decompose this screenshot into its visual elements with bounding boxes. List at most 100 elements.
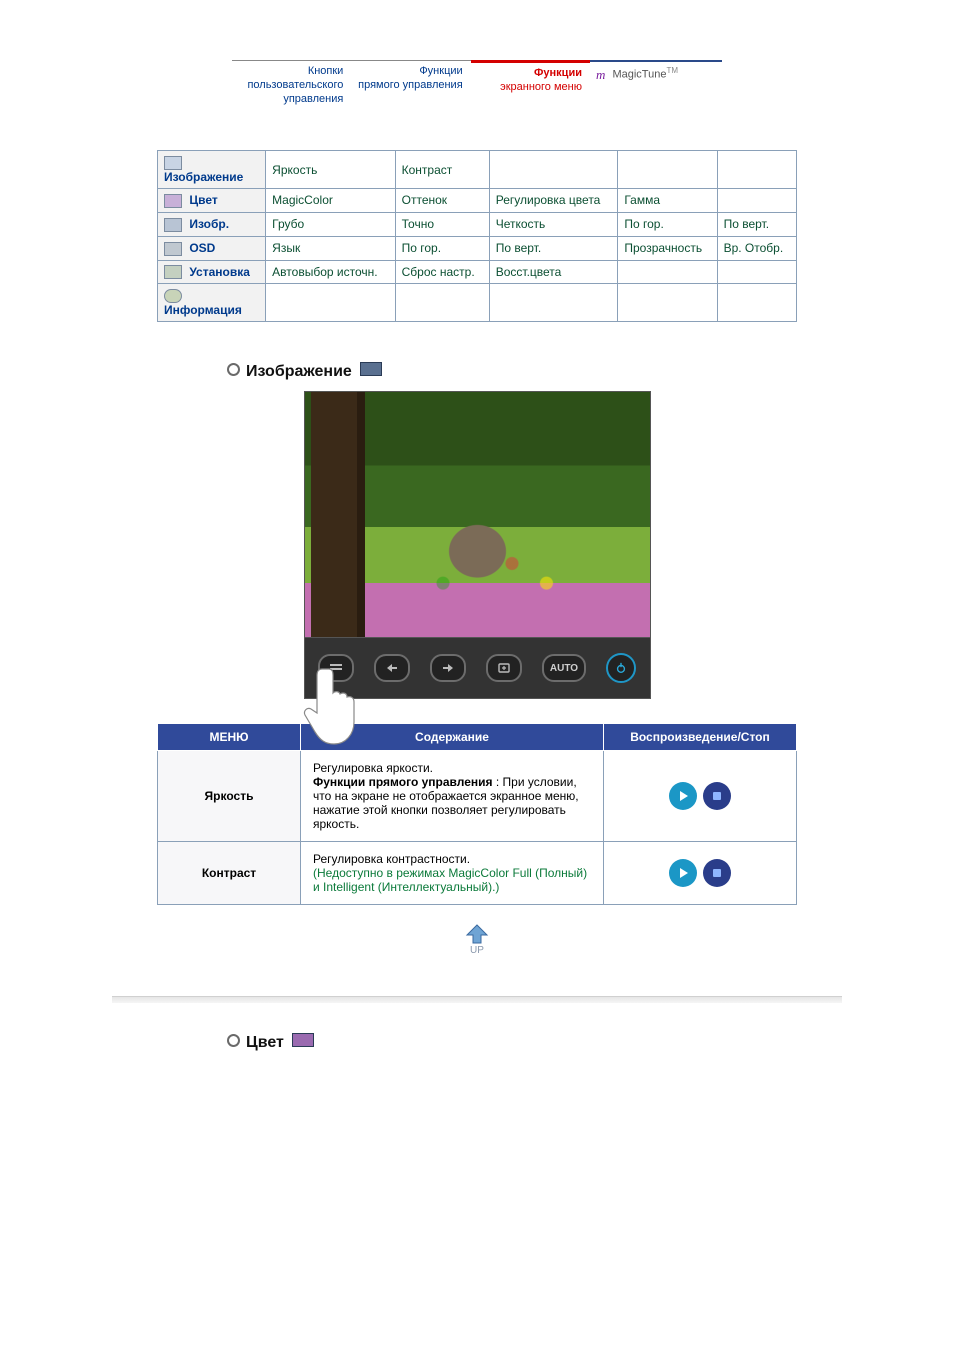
control-bar: AUTO [304,638,651,699]
cell-label: Точно [402,217,434,231]
down-button[interactable] [374,654,410,682]
tab-direct-functions[interactable]: Функции прямого управления [351,60,470,97]
cell-empty [395,284,489,322]
cell-label: По гор. [624,217,663,231]
row-header-label: Информация [164,303,242,317]
cell-empty [717,189,796,213]
cell-label: Автовыбор источн. [272,265,377,279]
cell-timeout[interactable]: Вр. Отобр. [717,236,796,260]
hand-pointer-icon [299,659,369,752]
tab-user-buttons[interactable]: Кнопки пользовательского управления [232,60,351,110]
cell-label: Вр. Отобр. [724,241,784,255]
section-title: Цвет [246,1034,284,1051]
cell-empty [618,284,717,322]
cell-colorreset[interactable]: Восст.цвета [489,260,618,284]
cell-hpos[interactable]: По гор. [618,212,717,236]
desc-line: Регулировка яркости. [313,761,433,775]
cell-label: Оттенок [402,193,447,207]
cell-coarse[interactable]: Грубо [266,212,395,236]
top-tab-nav: Кнопки пользовательского управления Функ… [232,60,722,110]
page: Кнопки пользовательского управления Функ… [0,0,954,1052]
row-header-osd[interactable]: OSD [158,236,266,260]
cell-label: По верт. [496,241,541,255]
play-button[interactable] [669,859,697,887]
bullet-icon [227,363,240,376]
tab-label: Функции [534,67,582,79]
up-button[interactable] [430,654,466,682]
cell-label: По верт. [724,217,769,231]
cell-label: MagicColor [272,193,333,207]
cell-empty [717,260,796,284]
stop-button[interactable] [703,859,731,887]
section-image-heading: Изображение [157,362,797,381]
cell-tint[interactable]: Оттенок [395,189,489,213]
info-icon [164,289,182,303]
picture-icon [164,218,182,232]
cell-empty [489,151,618,189]
tab-sublabel: управления [236,93,343,107]
enter-button[interactable] [486,654,522,682]
row-contrast-name: Контраст [158,842,301,905]
up-wrap: UP [157,923,797,956]
cell-coloradjust[interactable]: Регулировка цвета [489,189,618,213]
row-header-picture[interactable]: Изобр. [158,212,266,236]
tab-label: Кнопки пользовательского [247,65,343,91]
cell-label: Четкость [496,217,546,231]
desc-bold: Функции прямого управления [313,775,493,789]
stop-button[interactable] [703,782,731,810]
row-brightness-desc: Регулировка яркости. Функции прямого упр… [301,751,604,842]
cell-transparency[interactable]: Прозрачность [618,236,717,260]
col-menu: МЕНЮ [158,724,301,751]
cell-label: Восст.цвета [496,265,562,279]
cell-label: Прозрачность [624,241,702,255]
play-button[interactable] [669,782,697,810]
cell-sharpness[interactable]: Четкость [489,212,618,236]
row-header-label: Изображение [164,170,243,184]
tab-sublabel: прямого управления [355,79,462,93]
auto-button[interactable]: AUTO [542,654,586,682]
cell-label: По гор. [402,241,441,255]
row-contrast-desc: Регулировка контрастности. (Недоступно в… [301,842,604,905]
row-header-color[interactable]: Цвет [158,189,266,213]
row-header-setup[interactable]: Установка [158,260,266,284]
tab-sublabel: экранного меню [475,81,582,95]
cell-osd-vpos[interactable]: По верт. [489,236,618,260]
row-header-label: Установка [189,265,250,279]
tm-label: TM [666,66,678,75]
cell-reset[interactable]: Сброс настр. [395,260,489,284]
cell-contrast[interactable]: Контраст [395,151,489,189]
image-icon [164,156,182,170]
color-icon [164,194,182,208]
desc-line: Регулировка контрастности. [313,852,470,866]
cell-fine[interactable]: Точно [395,212,489,236]
row-header-label: OSD [189,241,215,255]
tab-magictune[interactable]: m MagicTuneTM [590,60,722,87]
tab-osd-functions[interactable]: Функции экранного меню [471,60,590,99]
description-table: МЕНЮ Содержание Воспроизведение/Стоп Ярк… [157,723,797,905]
section-color-heading: Цвет [157,1033,797,1052]
cell-label: Яркость [272,163,317,177]
cell-brightness[interactable]: Яркость [266,151,395,189]
cell-autosource[interactable]: Автовыбор источн. [266,260,395,284]
cell-label: Грубо [272,217,304,231]
row-header-label: Изобр. [189,217,229,231]
setup-icon [164,265,182,279]
cell-empty [717,284,796,322]
row-header-label: Цвет [189,193,217,207]
row-brightness-play [604,751,797,842]
cell-language[interactable]: Язык [266,236,395,260]
image-tag-icon [360,362,382,376]
row-brightness-name: Яркость [158,751,301,842]
cell-magiccolor[interactable]: MagicColor [266,189,395,213]
preview-scene-image [305,392,650,637]
cell-osd-hpos[interactable]: По гор. [395,236,489,260]
cell-vpos[interactable]: По верт. [717,212,796,236]
cell-gamma[interactable]: Гамма [618,189,717,213]
power-button[interactable] [606,653,636,683]
col-play: Воспроизведение/Стоп [604,724,797,751]
row-header-image[interactable]: Изображение [158,151,266,189]
cell-empty [489,284,618,322]
row-header-info[interactable]: Информация [158,284,266,322]
scroll-up-button[interactable]: UP [463,923,491,956]
section-title: Изображение [246,363,352,380]
